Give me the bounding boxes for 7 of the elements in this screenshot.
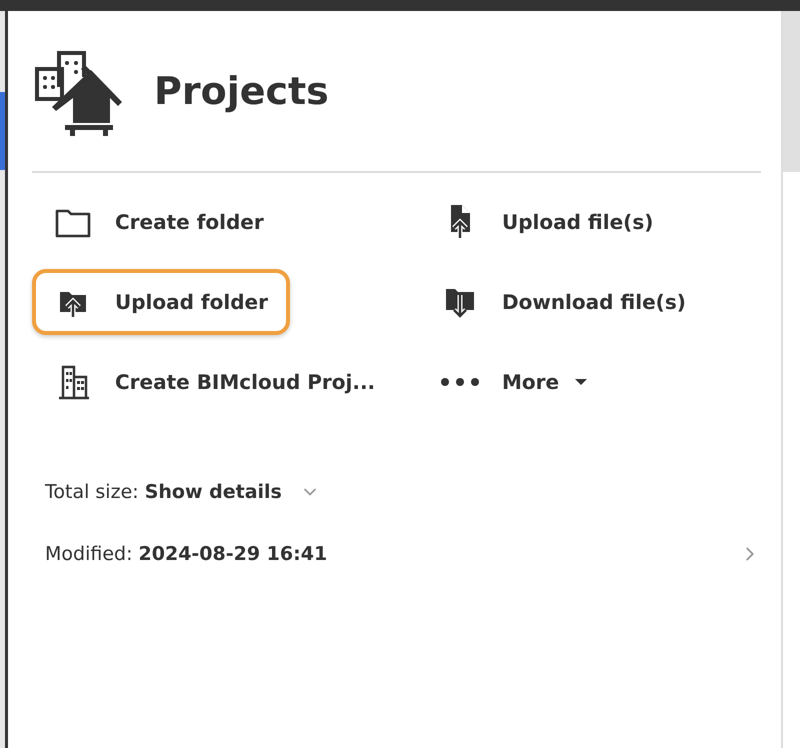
scrollbar[interactable] xyxy=(781,11,800,748)
more-dots-icon xyxy=(441,378,479,386)
scrollbar-thumb[interactable] xyxy=(783,11,800,172)
action-button[interactable]: Upload folder xyxy=(32,269,290,335)
page-title: Projects xyxy=(154,69,329,113)
detail-text: Total size: Show details xyxy=(45,481,282,503)
detail-text: Modified: 2024-08-29 16:41 xyxy=(45,543,328,565)
